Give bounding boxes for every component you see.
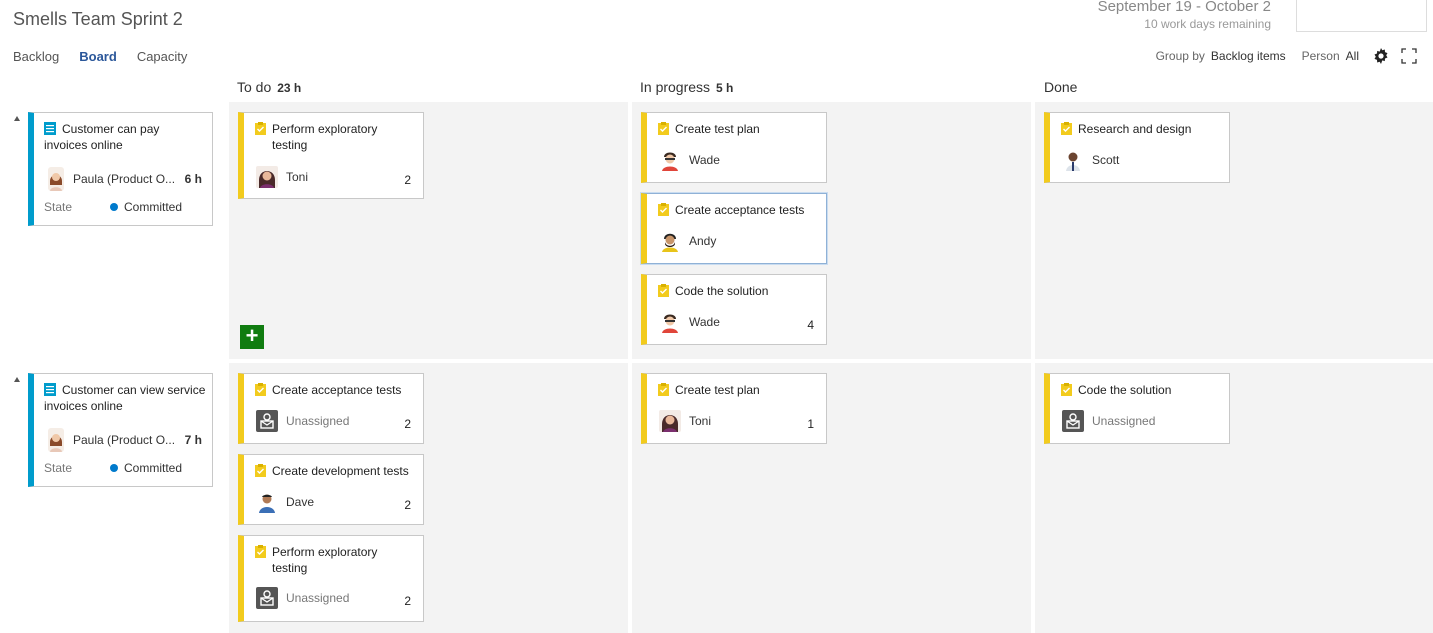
avatar (48, 428, 64, 452)
group-by-label: Group by (1155, 49, 1205, 63)
task-card[interactable]: Code the solution Unassigned (1044, 373, 1230, 444)
sprint-title: Smells Team Sprint 2 (13, 9, 183, 29)
avatar (256, 491, 278, 513)
task-card[interactable]: Perform exploratory testing Toni 2 (238, 112, 424, 199)
work-days-remaining: 10 work days remaining (1144, 17, 1271, 31)
remaining-work[interactable]: 2 (404, 498, 411, 512)
task-card[interactable]: Create test plan Wade (641, 112, 827, 183)
tab-backlog[interactable]: Backlog (13, 49, 59, 64)
pivot-tabs: Backlog Board Capacity (13, 49, 187, 64)
column-header-inprogress: In progress 5 h (640, 79, 733, 95)
task-assignee[interactable]: Toni (256, 166, 308, 188)
remaining-work[interactable]: 2 (404, 594, 411, 608)
tab-board[interactable]: Board (79, 49, 117, 64)
group-by-dropdown[interactable]: Backlog items (1211, 49, 1286, 63)
task-title[interactable]: Create acceptance tests (254, 382, 415, 398)
task-assignee[interactable]: Unassigned (256, 587, 349, 609)
backlog-item-owner: Paula (Product O... (48, 167, 175, 191)
task-title[interactable]: Create test plan (657, 121, 818, 137)
backlog-item-hours: 6 h (184, 172, 202, 186)
task-title[interactable]: Create test plan (657, 382, 818, 398)
column-name: In progress (640, 79, 711, 95)
backlog-item-owner: Paula (Product O... (48, 428, 175, 452)
sprint-dates: September 19 - October 2 10 work days re… (1098, 0, 1271, 31)
avatar (256, 166, 278, 188)
backlog-item-card[interactable]: Customer can view service invoices onlin… (28, 373, 213, 487)
tab-capacity[interactable]: Capacity (137, 49, 188, 64)
collapse-row-icon[interactable] (14, 116, 20, 121)
task-assignee[interactable]: Unassigned (1062, 410, 1155, 432)
date-range: September 19 - October 2 (1097, 0, 1271, 15)
person-filter-dropdown[interactable]: All (1346, 49, 1359, 63)
avatar (1062, 149, 1084, 171)
column-name: To do (237, 79, 272, 95)
column-name: Done (1044, 79, 1078, 95)
task-title[interactable]: Research and design (1060, 121, 1221, 137)
avatar (659, 311, 681, 333)
remaining-work[interactable]: 1 (807, 417, 814, 431)
task-title[interactable]: Perform exploratory testing (254, 121, 415, 153)
sprint-burndown-box[interactable] (1296, 0, 1427, 32)
column-header-done: Done (1044, 79, 1077, 95)
remaining-work[interactable]: 2 (404, 417, 411, 431)
column-header-todo: To do 23 h (237, 79, 301, 95)
task-assignee[interactable]: Wade (659, 311, 720, 333)
add-task-button[interactable]: + (240, 325, 264, 349)
unassigned-avatar-icon (256, 587, 278, 609)
remaining-work[interactable]: 2 (404, 173, 411, 187)
avatar (659, 149, 681, 171)
task-assignee[interactable]: Scott (1062, 149, 1119, 171)
task-card[interactable]: Create acceptance tests Andy (641, 193, 827, 264)
task-assignee[interactable]: Andy (659, 230, 716, 252)
state-label: State (44, 461, 73, 475)
fullscreen-icon[interactable] (1401, 48, 1417, 64)
avatar (659, 410, 681, 432)
backlog-item-title[interactable]: Customer can pay invoices online (44, 121, 206, 153)
collapse-row-icon[interactable] (14, 377, 20, 382)
unassigned-avatar-icon (256, 410, 278, 432)
board-toolbar: Group by Backlog items Person All (1156, 48, 1417, 64)
task-card[interactable]: Create acceptance tests Unassigned 2 (238, 373, 424, 444)
backlog-item-hours: 7 h (184, 433, 202, 447)
task-card[interactable]: Create development tests Dave 2 (238, 454, 424, 525)
backlog-item-title[interactable]: Customer can view service invoices onlin… (44, 382, 206, 414)
avatar (48, 167, 64, 191)
task-card[interactable]: Code the solution Wade 4 (641, 274, 827, 345)
task-assignee[interactable]: Toni (659, 410, 711, 432)
column-hours: 5 h (716, 81, 734, 95)
task-title[interactable]: Code the solution (657, 283, 818, 299)
task-assignee[interactable]: Unassigned (256, 410, 349, 432)
state-value[interactable]: Committed (110, 461, 182, 475)
state-label: State (44, 200, 73, 214)
avatar (659, 230, 681, 252)
task-title[interactable]: Code the solution (1060, 382, 1221, 398)
backlog-item-card[interactable]: Customer can pay invoices online Paula (… (28, 112, 213, 226)
task-card[interactable]: Research and design Scott (1044, 112, 1230, 183)
remaining-work[interactable]: 4 (807, 318, 814, 332)
task-assignee[interactable]: Dave (256, 491, 314, 513)
state-value[interactable]: Committed (110, 200, 182, 214)
task-card[interactable]: Create test plan Toni 1 (641, 373, 827, 444)
task-title[interactable]: Create acceptance tests (657, 202, 818, 218)
task-title[interactable]: Perform exploratory testing (254, 544, 415, 576)
task-assignee[interactable]: Wade (659, 149, 720, 171)
gear-icon[interactable] (1373, 48, 1389, 64)
unassigned-avatar-icon (1062, 410, 1084, 432)
person-filter-label: Person (1301, 49, 1340, 63)
column-hours: 23 h (277, 81, 302, 95)
task-card[interactable]: Perform exploratory testing Unassigned 2 (238, 535, 424, 622)
task-title[interactable]: Create development tests (254, 463, 415, 479)
